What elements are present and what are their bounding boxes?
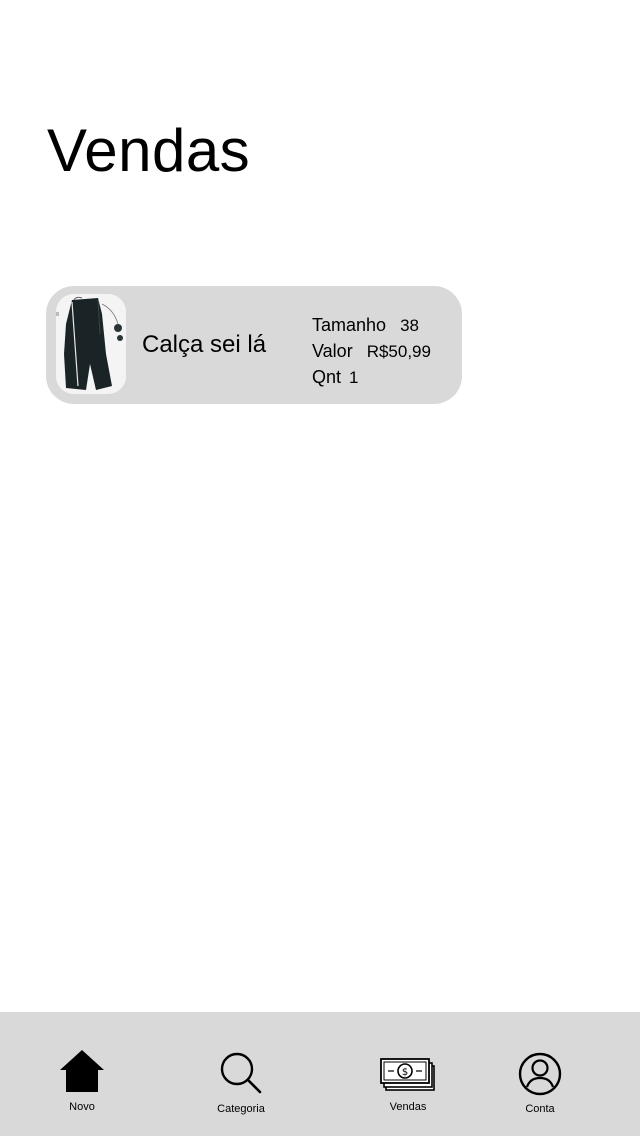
size-label: Tamanho xyxy=(312,315,387,335)
tab-label-novo: Novo xyxy=(69,1101,95,1113)
home-icon xyxy=(58,1048,106,1099)
price-value: R$50,99 xyxy=(366,342,431,361)
sales-screen: Vendas Calça sei lá Tamanho 38 Valor R$5… xyxy=(0,0,640,1136)
search-icon xyxy=(220,1052,262,1099)
tab-label-conta: Conta xyxy=(525,1103,555,1115)
tab-conta[interactable]: Conta xyxy=(500,1012,580,1136)
quantity-label: Qnt xyxy=(312,367,342,387)
bottom-tab-bar: Novo Categoria $ Vendas Conta xyxy=(0,1012,640,1136)
sale-details: Tamanho 38 Valor R$50,99 Qnt 1 xyxy=(312,312,431,390)
price-row: Valor R$50,99 xyxy=(312,338,431,364)
tab-label-categoria: Categoria xyxy=(217,1103,265,1115)
account-icon xyxy=(518,1052,562,1101)
size-row: Tamanho 38 xyxy=(312,312,431,338)
product-image xyxy=(56,294,126,394)
quantity-value: 1 xyxy=(349,368,359,387)
size-value: 38 xyxy=(400,316,419,335)
page-title: Vendas xyxy=(47,117,251,184)
money-stack-icon: $ xyxy=(380,1058,436,1097)
tab-label-vendas: Vendas xyxy=(389,1101,427,1113)
tab-categoria[interactable]: Categoria xyxy=(196,1012,286,1136)
tab-vendas[interactable]: $ Vendas xyxy=(368,1012,448,1136)
svg-text:$: $ xyxy=(402,1067,408,1078)
quantity-row: Qnt 1 xyxy=(312,364,431,390)
product-name: Calça sei lá xyxy=(142,331,267,358)
price-label: Valor xyxy=(312,341,353,361)
tab-novo[interactable]: Novo xyxy=(42,1012,122,1136)
sale-card[interactable]: Calça sei lá Tamanho 38 Valor R$50,99 Qnt 1 xyxy=(46,286,462,404)
